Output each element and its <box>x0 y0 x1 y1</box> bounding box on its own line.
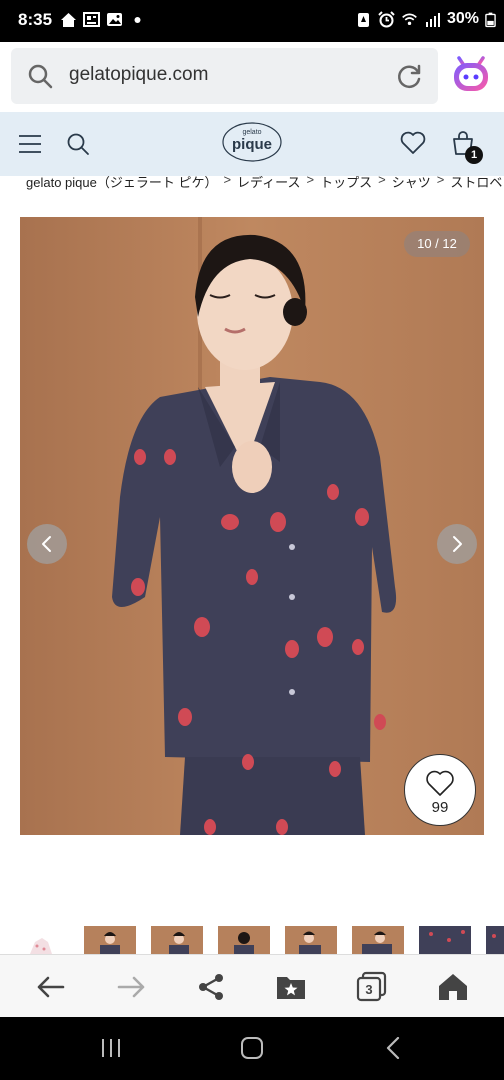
breadcrumb-separator: > <box>378 176 386 187</box>
thumbnail[interactable] <box>151 926 203 954</box>
thumbnail-image <box>169 932 189 954</box>
share-icon[interactable] <box>193 969 229 1005</box>
thumbnail[interactable] <box>285 926 337 954</box>
status-time: 8:35 <box>18 10 53 29</box>
thumbnail-image <box>299 931 321 954</box>
thumbnail[interactable] <box>419 926 471 954</box>
favorite-button[interactable]: 99 <box>404 754 476 826</box>
news-icon <box>83 12 100 27</box>
thumbnail-image <box>100 932 120 954</box>
logo-small-text: gelato <box>242 129 262 136</box>
thumbnail[interactable] <box>84 926 136 954</box>
home-button-icon[interactable] <box>240 1037 264 1059</box>
dot-icon <box>134 17 141 23</box>
recent-apps-icon[interactable] <box>99 1037 123 1059</box>
image-counter-badge: 10 / 12 <box>404 231 470 257</box>
thumbnail-image <box>30 938 52 954</box>
breadcrumb-separator: > <box>436 176 445 187</box>
gelato-pique-logo[interactable]: gelato pique <box>221 121 283 163</box>
favorite-count: 99 <box>431 799 449 816</box>
battery-percent: 30% <box>446 10 479 27</box>
back-button-icon[interactable] <box>382 1037 406 1059</box>
thumbnail-strip <box>0 926 504 954</box>
breadcrumb-separator: > <box>223 176 232 187</box>
tab-count: 3 <box>365 982 373 997</box>
forward-arrow-icon[interactable] <box>113 969 149 1005</box>
chevron-left-icon <box>42 536 51 552</box>
thumbnail-image <box>492 934 496 938</box>
notification-icon <box>357 12 369 27</box>
heart-icon <box>426 770 454 796</box>
back-arrow-icon[interactable] <box>33 969 69 1005</box>
alarm-icon <box>378 10 395 27</box>
breadcrumb-item-ladies[interactable]: レディース <box>237 176 300 190</box>
chevron-right-icon <box>453 536 462 552</box>
next-image-button[interactable] <box>437 524 477 564</box>
thumbnail-image <box>362 931 392 954</box>
status-bar: 8:35 30% <box>0 0 504 42</box>
home-icon <box>61 13 76 27</box>
home-icon[interactable] <box>435 969 471 1005</box>
thumbnail[interactable] <box>352 926 404 954</box>
search-icon <box>28 64 53 89</box>
browser-address-area: gelatopique.com <box>0 42 504 112</box>
breadcrumb-item-product[interactable]: ストロベ <box>450 176 502 190</box>
logo-main-text: pique <box>232 136 272 153</box>
tabs-button[interactable]: 3 <box>353 969 389 1005</box>
assistant-bot-icon[interactable] <box>449 52 493 96</box>
product-photo <box>20 217 484 835</box>
signal-icon <box>425 12 440 27</box>
thumbnail[interactable] <box>486 926 504 954</box>
breadcrumb-item-shirts[interactable]: シャツ <box>392 176 431 190</box>
gallery-icon <box>107 13 122 26</box>
product-image-carousel[interactable]: 10 / 12 <box>20 217 484 835</box>
bookmarks-icon[interactable] <box>273 969 309 1005</box>
system-navigation-bar <box>0 1017 504 1080</box>
battery-icon <box>485 12 496 27</box>
thumbnail-image <box>429 930 465 942</box>
wifi-icon <box>402 13 417 25</box>
breadcrumb-separator: > <box>306 176 315 187</box>
url-text[interactable]: gelatopique.com <box>69 64 208 86</box>
thumbnail-image <box>234 932 254 954</box>
site-header: gelato pique 1 <box>0 112 504 176</box>
thumbnail[interactable] <box>218 926 270 954</box>
breadcrumb-item-brand[interactable]: gelato pique（ジェラート ピケ） <box>26 176 217 190</box>
wishlist-heart-icon[interactable] <box>400 131 426 155</box>
reload-icon[interactable] <box>396 62 424 90</box>
site-search-icon[interactable] <box>66 132 90 156</box>
thumbnail[interactable] <box>20 926 70 954</box>
breadcrumb-item-tops[interactable]: トップス <box>320 176 372 190</box>
hamburger-menu-icon[interactable] <box>18 134 42 154</box>
address-bar[interactable]: gelatopique.com <box>11 48 438 104</box>
browser-toolbar: 3 <box>0 954 504 1018</box>
cart-count-badge: 1 <box>465 146 483 164</box>
previous-image-button[interactable] <box>27 524 67 564</box>
breadcrumb: gelato pique（ジェラート ピケ） > レディース > トップス > … <box>0 176 504 190</box>
